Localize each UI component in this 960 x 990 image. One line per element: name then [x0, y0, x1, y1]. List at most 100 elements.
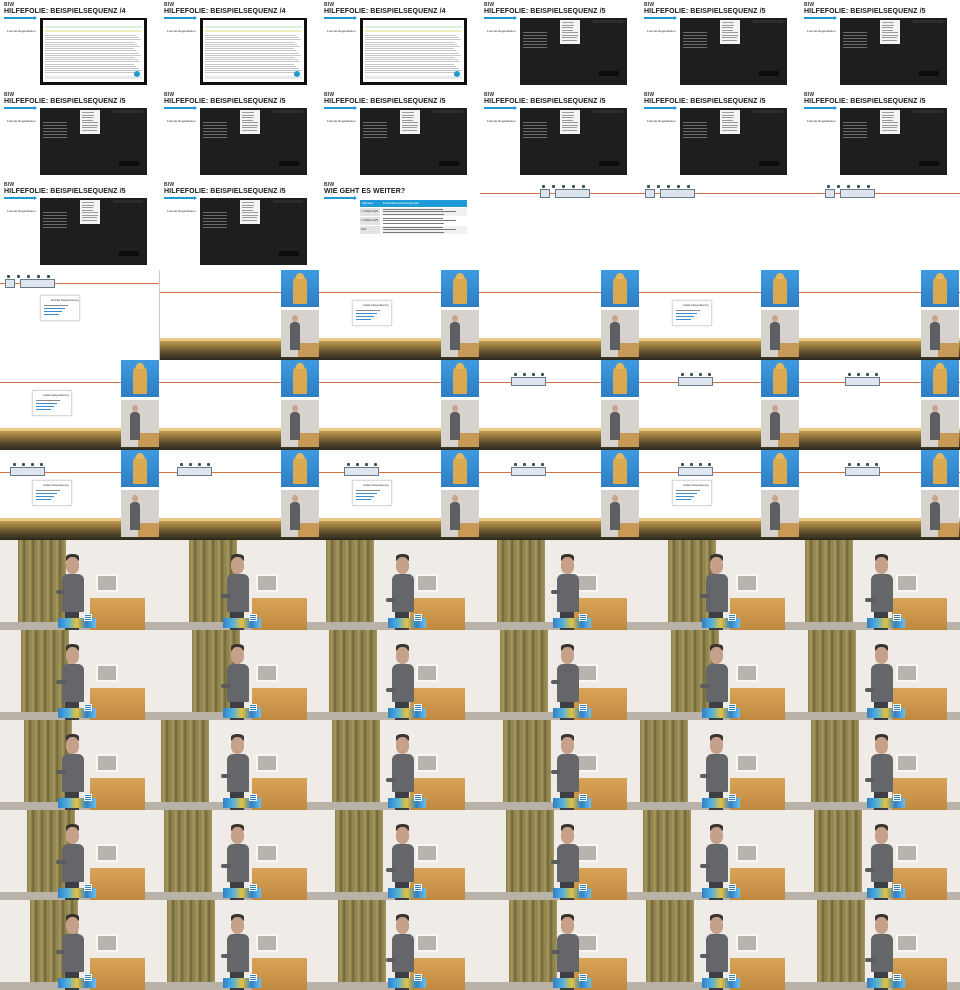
slide-subtitle: Fremde Regelfolation	[7, 119, 36, 123]
timeline-block	[845, 467, 880, 476]
popup-title: Lokale Kategorisierung	[43, 484, 69, 487]
title-underline	[164, 196, 197, 200]
speaker	[871, 664, 893, 702]
timeline-marker	[514, 373, 517, 376]
wall-panel	[96, 844, 118, 862]
wall-panel	[736, 934, 758, 952]
timeline-marker	[848, 463, 851, 466]
video-frame	[480, 540, 640, 630]
wall-panel	[576, 934, 598, 952]
timeline-marker	[514, 463, 517, 466]
video-frame	[480, 810, 640, 900]
video-frame	[320, 720, 480, 810]
church-image	[921, 450, 959, 487]
timeline-marker	[562, 185, 565, 188]
slide-subtitle: Fremde Regelfolation	[7, 29, 36, 33]
speaker-arm	[221, 594, 231, 598]
status-strip	[599, 71, 619, 76]
qr-sign	[728, 704, 736, 711]
title-underline	[324, 196, 357, 200]
popup-title: Zentrale Kategorisierung	[51, 299, 79, 302]
wall-panel	[896, 574, 918, 592]
speaker-arm	[386, 598, 396, 602]
speaker-arm	[56, 590, 66, 594]
slide-subtitle: Fremde Regelfolation	[167, 209, 196, 213]
menu-panel	[400, 110, 420, 134]
table-header: Zeitraum Entwicklungsschwerpunkte	[360, 200, 467, 207]
video-frame	[640, 540, 800, 630]
menu-panel	[240, 200, 260, 224]
speaker-head	[231, 827, 244, 844]
slide-title: HILFEFOLIE: BEISPIELSEQUENZ /5	[4, 188, 126, 195]
menu-panel	[560, 20, 580, 44]
speaker-head	[66, 557, 79, 574]
title-underline	[164, 106, 197, 110]
timeline-marker	[699, 463, 702, 466]
speaker-arm	[865, 778, 875, 782]
menu-panel	[880, 20, 900, 44]
slide-subtitle: Fremde Regelfolation	[7, 209, 36, 213]
timeline-marker	[681, 373, 684, 376]
slide-title: HILFEFOLIE: BEISPIELSEQUENZ /5	[644, 98, 766, 105]
status-strip	[599, 161, 619, 166]
speaker-inset	[441, 310, 479, 357]
timeline-marker	[189, 463, 192, 466]
qr-sign	[249, 884, 257, 891]
title-underline	[804, 16, 837, 20]
speaker	[392, 844, 414, 882]
toolbar	[753, 110, 783, 113]
timeline-marker	[572, 185, 575, 188]
slide-title: HILFEFOLIE: BEISPIELSEQUENZ /5	[164, 188, 286, 195]
send-icon	[454, 71, 460, 77]
timeline-block	[10, 467, 45, 476]
church-image	[601, 270, 639, 307]
speaker-head	[396, 917, 409, 934]
roadmap-table: Zeitraum Entwicklungsschwerpunkte 1. Halbj…	[360, 200, 467, 234]
video-frame	[800, 810, 960, 900]
speaker-arm	[865, 868, 875, 872]
slide-title: HILFEFOLIE: BEISPIELSEQUENZ /5	[164, 98, 286, 105]
video-frame	[640, 810, 800, 900]
speaker-head	[396, 827, 409, 844]
slide-subtitle: Fremde Regelfolation	[807, 119, 836, 123]
timeline-block	[645, 189, 655, 198]
qr-sign	[414, 614, 422, 621]
qr-sign	[414, 884, 422, 891]
speaker	[392, 754, 414, 792]
timeline-block	[678, 377, 713, 386]
timeline-marker	[17, 275, 20, 278]
timeline-marker	[866, 463, 869, 466]
timeline-marker	[374, 463, 377, 466]
timeline-marker	[31, 463, 34, 466]
video-frame	[160, 540, 320, 630]
timeline-block	[678, 467, 713, 476]
wall-panel	[96, 754, 118, 772]
toolbar	[273, 110, 303, 113]
curtain	[811, 720, 859, 810]
speaker-inset	[281, 310, 319, 357]
timeline-marker	[708, 463, 711, 466]
video-frame: Zentrale Kategorisierung	[0, 270, 160, 360]
speaker	[706, 844, 728, 882]
qr-sign	[84, 974, 92, 981]
embedded-screenshot	[360, 18, 467, 85]
video-frame: Lokale Kategorisierung	[0, 360, 160, 450]
speaker-arm	[865, 958, 875, 962]
video-frame	[480, 270, 640, 360]
wall-panel	[576, 664, 598, 682]
wall-panel	[416, 844, 438, 862]
timeline-popup: Lokale Kategorisierung	[32, 480, 72, 506]
qr-sign	[893, 704, 901, 711]
speaker	[706, 934, 728, 972]
qr-sign	[579, 884, 587, 891]
timeline-marker	[708, 373, 711, 376]
wall-panel	[416, 934, 438, 952]
video-frame	[320, 630, 480, 720]
embedded-screenshot	[520, 108, 627, 175]
speaker-head	[561, 557, 574, 574]
timeline-block	[840, 189, 875, 198]
speaker-head	[710, 737, 723, 754]
slide-title: HILFEFOLIE: BEISPIELSEQUENZ /5	[484, 8, 606, 15]
speaker-inset	[921, 490, 959, 537]
timeline-marker	[37, 275, 40, 278]
